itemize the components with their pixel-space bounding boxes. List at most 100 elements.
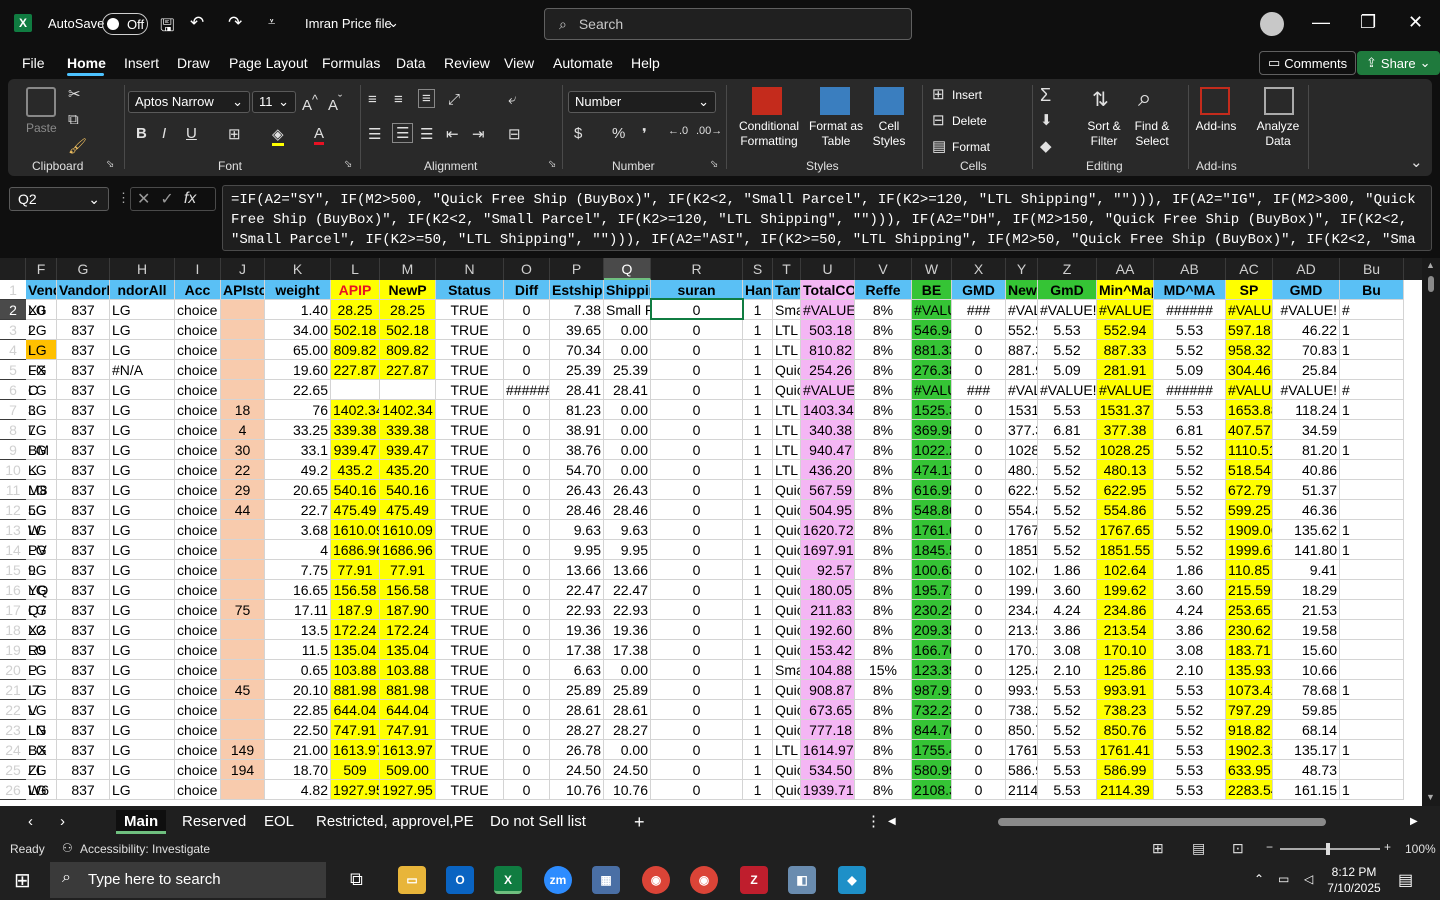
header-cell[interactable]: Tamp [773, 280, 801, 300]
header-cell[interactable]: TotalCOG [801, 280, 855, 300]
table-cell[interactable]: 1909.06 [1226, 520, 1273, 540]
table-cell[interactable]: 0.65 [265, 660, 331, 680]
table-cell[interactable]: 118.24 [1273, 400, 1340, 420]
table-cell[interactable] [1340, 360, 1404, 380]
page-layout-view-icon[interactable]: ▤ [1192, 840, 1205, 857]
row-header[interactable]: 1 [0, 280, 26, 300]
table-cell[interactable]: TRUE [436, 420, 504, 440]
table-cell[interactable]: 75 [221, 600, 265, 620]
table-cell[interactable]: 0.00 [604, 320, 651, 340]
table-cell[interactable]: 19.36 [550, 620, 604, 640]
table-cell[interactable]: 123.39 [912, 660, 952, 680]
table-cell[interactable]: 0 [504, 320, 550, 340]
column-header[interactable]: I [175, 258, 221, 280]
table-cell[interactable]: 0 [504, 440, 550, 460]
table-cell[interactable]: LG [26, 700, 57, 720]
table-cell[interactable]: 4.82 [265, 780, 331, 800]
table-cell[interactable]: 102.64 [1006, 560, 1038, 580]
table-cell[interactable]: 0 [651, 340, 743, 360]
table-cell[interactable]: choice [175, 580, 221, 600]
header-cell[interactable]: Reffe [855, 280, 912, 300]
scroll-down-icon[interactable]: ▼ [1426, 792, 1435, 802]
customize-toolbar-icon[interactable]: ⩡ [268, 14, 275, 30]
table-cell[interactable]: 0 [952, 700, 1006, 720]
table-cell[interactable]: 502.18 [331, 320, 380, 340]
table-cell[interactable]: 11.5 [265, 640, 331, 660]
table-cell[interactable]: 48.73 [1273, 760, 1340, 780]
table-cell[interactable]: 170.10 [1097, 640, 1154, 660]
table-cell[interactable]: 0 [952, 360, 1006, 380]
avatar[interactable] [1260, 12, 1284, 36]
table-cell[interactable]: 0 [651, 440, 743, 460]
table-cell[interactable]: 548.86 [912, 500, 952, 520]
number-format-select[interactable]: Number ⌄ [568, 91, 716, 113]
table-cell[interactable]: 183.71 [1226, 640, 1273, 660]
maximize-icon[interactable]: ❐ [1360, 12, 1376, 33]
table-cell[interactable]: 407.57 [1226, 420, 1273, 440]
table-cell[interactable]: 8% [855, 560, 912, 580]
table-cell[interactable]: TRUE [436, 620, 504, 640]
table-cell[interactable]: 0 [952, 760, 1006, 780]
zoom-slider[interactable] [1280, 848, 1380, 850]
align-right-icon[interactable]: ☰ [420, 125, 433, 143]
scroll-right-icon[interactable]: ▶ [1402, 810, 1426, 834]
table-cell[interactable]: 1 [1340, 400, 1404, 420]
outlook-icon[interactable]: O [446, 866, 474, 894]
table-cell[interactable]: 194 [221, 760, 265, 780]
table-cell[interactable]: 6.81 [1154, 420, 1226, 440]
table-cell[interactable]: 1 [1340, 340, 1404, 360]
normal-view-icon[interactable]: ⊞ [1152, 840, 1164, 857]
table-cell[interactable]: #VALUE! [801, 380, 855, 400]
chrome-profile-icon[interactable]: ◉ [690, 866, 718, 894]
table-cell[interactable]: TRUE [436, 340, 504, 360]
calculator-icon[interactable]: ▦ [592, 866, 620, 894]
table-cell[interactable]: 0 [651, 400, 743, 420]
format-as-table-icon[interactable] [820, 87, 850, 115]
table-cell[interactable]: LG [110, 420, 175, 440]
table-cell[interactable]: TRUE [436, 400, 504, 420]
table-cell[interactable]: 22 [221, 460, 265, 480]
table-cell[interactable]: 1851.55 [1006, 540, 1038, 560]
table-cell[interactable]: 1.40 [265, 300, 331, 320]
table-cell[interactable]: 1402.34 [331, 400, 380, 420]
add-sheet-icon[interactable]: + [626, 810, 653, 834]
table-cell[interactable] [1340, 600, 1404, 620]
redo-icon[interactable]: ↷ [228, 13, 242, 33]
table-cell[interactable]: 28.27 [604, 720, 651, 740]
table-cell[interactable]: 8% [855, 620, 912, 640]
table-cell[interactable]: 0 [504, 720, 550, 740]
table-cell[interactable]: 837 [57, 720, 110, 740]
scroll-left-icon[interactable]: ◀ [880, 810, 904, 834]
table-cell[interactable]: 0 [504, 740, 550, 760]
table-cell[interactable]: 597.18 [1226, 320, 1273, 340]
table-cell[interactable]: 22.65 [265, 380, 331, 400]
table-cell[interactable]: LG [110, 560, 175, 580]
table-cell[interactable]: 149 [221, 740, 265, 760]
table-cell[interactable]: 0 [952, 420, 1006, 440]
table-cell[interactable]: TRUE [436, 540, 504, 560]
table-cell[interactable]: 15% [855, 660, 912, 680]
clock-time[interactable]: 8:12 PM [1324, 865, 1384, 879]
table-cell[interactable]: 25.84 [1273, 360, 1340, 380]
insert-function-icon[interactable]: fx [184, 190, 196, 208]
table-cell[interactable]: 339.38 [380, 420, 436, 440]
row-header[interactable]: 22 [0, 700, 26, 720]
row-header[interactable]: 17 [0, 600, 26, 620]
table-cell[interactable]: 837 [57, 760, 110, 780]
table-cell[interactable]: 908.87 [801, 680, 855, 700]
table-cell[interactable] [221, 540, 265, 560]
table-cell[interactable]: 135.04 [331, 640, 380, 660]
table-cell[interactable]: choice [175, 660, 221, 680]
table-cell[interactable]: TRUE [436, 720, 504, 740]
table-cell[interactable]: 34.00 [265, 320, 331, 340]
table-cell[interactable]: TRUE [436, 560, 504, 580]
collapse-ribbon-icon[interactable]: ⌄ [1410, 153, 1423, 171]
table-cell[interactable] [380, 380, 436, 400]
table-cell[interactable]: 100.63 [912, 560, 952, 580]
column-header[interactable]: P [550, 258, 604, 280]
table-cell[interactable]: 5.09 [1038, 360, 1097, 380]
table-cell[interactable]: 1 [743, 760, 773, 780]
table-cell[interactable]: 509 [331, 760, 380, 780]
column-header[interactable]: T [773, 258, 801, 280]
table-cell[interactable]: 254.26 [801, 360, 855, 380]
